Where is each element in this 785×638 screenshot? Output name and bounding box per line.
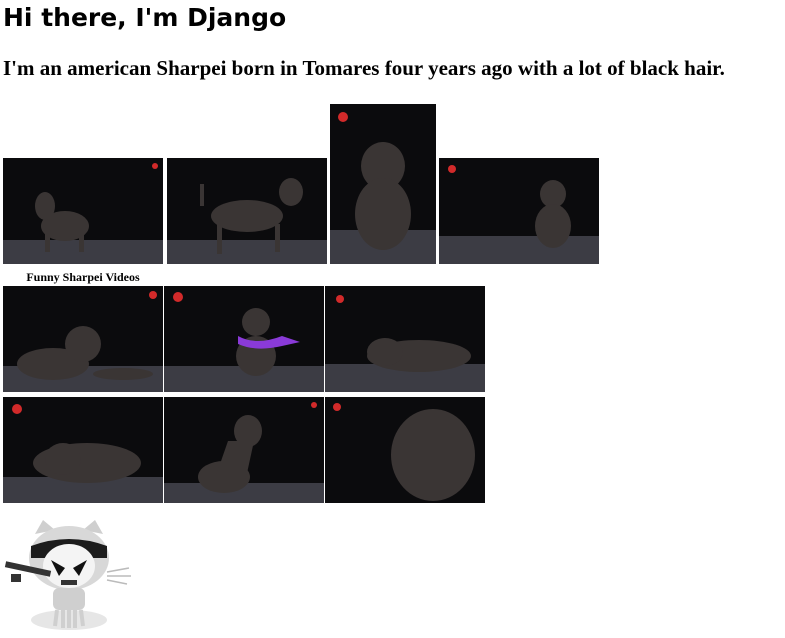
video-thumbnail[interactable] <box>3 286 163 392</box>
gallery-photo[interactable] <box>330 104 436 264</box>
mascot[interactable] <box>3 514 135 634</box>
stormtroopocat-icon <box>4 520 131 630</box>
sharpei-photo <box>164 397 324 503</box>
sharpei-photo <box>325 286 485 392</box>
gallery-photo[interactable] <box>439 158 599 264</box>
gallery-photo[interactable] <box>3 158 163 264</box>
gallery-photo[interactable] <box>167 158 327 264</box>
video-thumbnail[interactable] <box>3 397 163 503</box>
sharpei-photo <box>439 158 599 264</box>
sharpei-photo <box>3 397 163 503</box>
sharpei-photo <box>3 286 163 392</box>
sharpei-photo <box>325 397 485 503</box>
sharpei-photo <box>167 158 327 264</box>
sharpei-photo <box>3 158 163 264</box>
sharpei-photo <box>330 104 436 264</box>
page-title: Hi there, I'm Django <box>3 3 287 32</box>
video-thumbnail[interactable] <box>325 397 485 503</box>
video-thumbnail[interactable] <box>164 397 324 503</box>
video-thumbnail[interactable] <box>164 286 324 392</box>
video-thumbnail[interactable] <box>325 286 485 392</box>
videos-label: Funny Sharpei Videos <box>26 270 140 284</box>
intro-text: I'm an american Sharpei born in Tomares … <box>3 56 725 80</box>
sharpei-photo <box>164 286 324 392</box>
